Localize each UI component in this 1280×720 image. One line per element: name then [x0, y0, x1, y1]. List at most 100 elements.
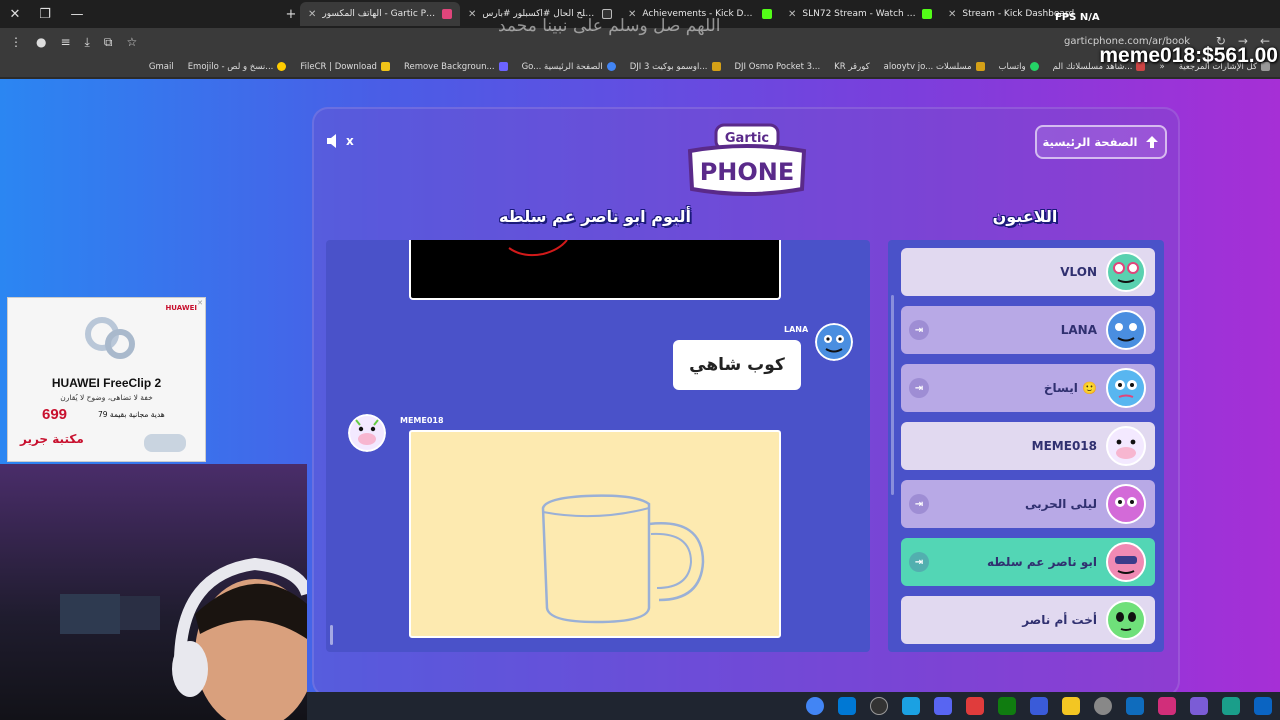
isakh-avatar	[1106, 368, 1146, 408]
kick-favicon-icon	[922, 9, 932, 19]
vlon-avatar	[1106, 252, 1146, 292]
player-row-ukht-um-nasser: أخت أم ناصر	[901, 596, 1155, 644]
obs-icon[interactable]	[870, 697, 888, 715]
kick-player-icon[interactable]: ⇥	[909, 320, 929, 340]
extensions-icon[interactable]: ⧉	[104, 35, 113, 50]
album-title: ألبوم ابو ناصر عم سلطه	[498, 207, 692, 226]
bookmark-item[interactable]: alooytv jo... مسلسلات	[884, 62, 985, 72]
kick-player-icon[interactable]: ⇥	[909, 378, 929, 398]
bookmark-item[interactable]: DJI Osmo Pocket 3...	[735, 62, 821, 72]
earbuds-image	[85, 317, 135, 359]
settings-icon[interactable]	[1094, 697, 1112, 715]
huawei-ad[interactable]: ✕ HUAWEI HUAWEI FreeClip 2 خفة لا تضاهى،…	[7, 297, 206, 462]
discord-icon[interactable]	[934, 697, 952, 715]
filecr-icon	[380, 62, 390, 71]
players-list: VLON ⇥ LANA ⇥ ايساخ 🙂 MEME018 ⇥ ليلى الح…	[888, 240, 1164, 652]
ad-title: HUAWEI FreeClip 2	[51, 376, 162, 390]
drawing-stroke	[508, 240, 568, 257]
abu-nasser-avatar	[1106, 542, 1146, 582]
players-scrollbar[interactable]	[891, 295, 894, 495]
player-row-lana: ⇥ LANA	[901, 306, 1155, 354]
lana-avatar	[1106, 310, 1146, 350]
bookmarks-bar: كل الإشارات المرجعية » شاهد مسلسلاتك الم…	[0, 56, 1280, 78]
speaker-muted-icon	[327, 134, 336, 148]
drawing-cup-canvas	[409, 430, 781, 638]
mute-button[interactable]: x	[325, 132, 354, 150]
app-icon[interactable]	[1030, 697, 1048, 715]
tv-icon	[975, 62, 985, 71]
profile-icon[interactable]: ●	[36, 35, 46, 50]
home-button[interactable]: الصفحة الرئيسية	[1035, 125, 1167, 159]
google-drive-icon	[606, 62, 616, 71]
meme018-avatar	[1106, 426, 1146, 466]
home-arrow-icon	[1146, 136, 1159, 148]
lana-avatar	[815, 323, 853, 361]
player-row-meme018: MEME018	[901, 422, 1155, 470]
layla-avatar	[1106, 484, 1146, 524]
copilot-icon[interactable]	[1190, 697, 1208, 715]
whatsapp-icon	[1029, 62, 1039, 71]
close-icon[interactable]: ✕	[948, 9, 956, 20]
app-icon[interactable]	[1126, 697, 1144, 715]
bookmark-item[interactable]: KR كورقر	[834, 62, 869, 72]
ad-gift: هدية مجانية بقيمة 79	[98, 410, 165, 419]
gartic-phone-logo: Gartic PHONE	[687, 123, 807, 196]
menu-icon[interactable]: ⋮	[10, 35, 22, 50]
cup-drawing	[541, 494, 705, 624]
kick-player-icon[interactable]: ⇥	[909, 552, 929, 572]
ad-subtitle: خفة لا تضاهى، وضوح لا يُقارن	[60, 393, 153, 402]
minimize-window-icon[interactable]: —	[62, 0, 92, 28]
app-icon[interactable]	[902, 697, 920, 715]
bookmark-item[interactable]: Go... الصفحة الرئيسية	[522, 62, 616, 72]
svg-text:Gartic: Gartic	[725, 131, 769, 146]
edge-icon[interactable]	[1222, 697, 1240, 715]
bookmark-item[interactable]: Emojilo - نسخ و لص...	[188, 62, 287, 72]
player-row-abu-nasser: ⇥ ابو ناصر عم سلطه	[901, 538, 1155, 586]
app-icon[interactable]	[1158, 697, 1176, 715]
close-window-icon[interactable]: ✕	[0, 0, 30, 28]
restore-window-icon[interactable]: ❐	[30, 0, 60, 28]
windows-start-icon[interactable]	[1254, 697, 1272, 715]
gartic-favicon-icon	[442, 9, 452, 19]
guess-bubble: كوب شاهي	[673, 340, 801, 390]
bookmark-item[interactable]: Remove Backgroun...	[404, 62, 508, 72]
album-scrollbar[interactable]	[330, 625, 333, 645]
bookmark-item[interactable]: DJI اوسمو بوكيت 3...	[630, 62, 721, 72]
dji-icon	[711, 62, 721, 71]
file-explorer-icon[interactable]	[1062, 697, 1080, 715]
player-row-layla: ⇥ ليلى الحربى	[901, 480, 1155, 528]
store-icon[interactable]	[838, 697, 856, 715]
drawing-author-name: MEME018	[400, 416, 444, 425]
kick-player-icon[interactable]: ⇥	[909, 494, 929, 514]
bookmark-item[interactable]: واتساب	[999, 62, 1039, 72]
ad-price: 699	[42, 406, 68, 423]
close-icon[interactable]: ✕	[788, 9, 796, 20]
download-icon[interactable]: ⤓	[85, 35, 90, 50]
kick-favicon-icon	[762, 9, 772, 19]
close-icon[interactable]: ✕	[308, 9, 316, 20]
sliders-icon[interactable]: ≡	[60, 35, 70, 50]
bookmark-item[interactable]: FileCR | Download	[300, 62, 390, 72]
player-row-isakh: ⇥ ايساخ 🙂	[901, 364, 1155, 412]
star-icon[interactable]: ☆	[126, 35, 137, 50]
svg-text:PHONE: PHONE	[700, 158, 795, 186]
app-icon[interactable]	[966, 697, 984, 715]
album-feed[interactable]: LANA كوب شاهي MEME018	[326, 240, 870, 652]
ad-brand: HUAWEI	[165, 304, 197, 312]
bookmark-item[interactable]: Gmail	[149, 62, 174, 72]
meme018-avatar	[348, 414, 386, 452]
tab-kick-stream[interactable]: ✕ SLN72 Stream - Watch Live on	[780, 2, 940, 26]
tab-gartic-phone[interactable]: ✕ الهاتف المكسور - Gartic Phone	[300, 2, 460, 26]
webcam-feed	[0, 464, 307, 720]
xbox-icon[interactable]	[998, 697, 1016, 715]
close-icon[interactable]: ✕	[468, 9, 476, 20]
ad-close-icon[interactable]: ✕	[197, 299, 203, 307]
player-row-vlon: VLON	[901, 248, 1155, 296]
chrome-icon[interactable]	[806, 697, 824, 715]
remove-bg-icon	[498, 62, 508, 71]
earbuds-case-image	[144, 434, 186, 452]
ukht-um-nasser-avatar	[1106, 600, 1146, 640]
emoji-icon	[277, 62, 287, 71]
donation-overlay: meme018:$561.00	[1099, 44, 1278, 67]
guess-author-name: LANA	[784, 325, 809, 334]
